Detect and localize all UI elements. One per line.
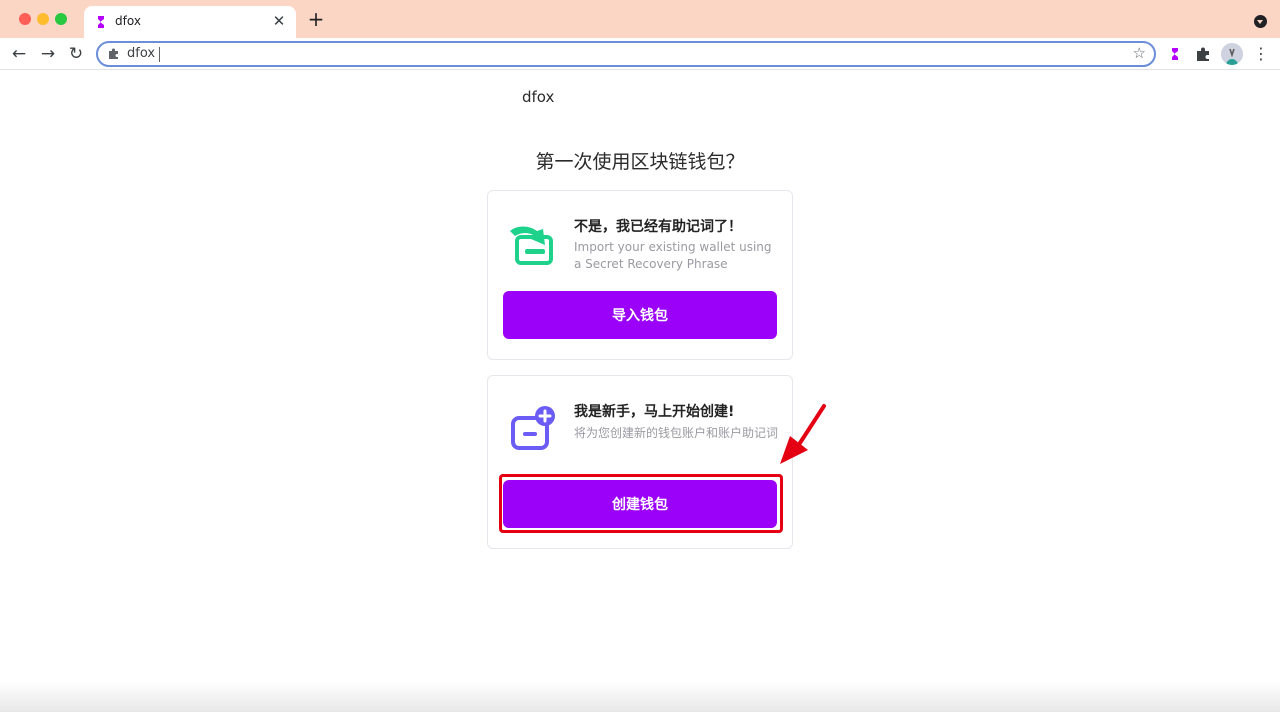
create-card-subtitle: 将为您创建新的钱包账户和账户助记词 bbox=[574, 426, 779, 440]
reload-button[interactable]: ↻ bbox=[64, 42, 88, 66]
tab-close-icon[interactable]: ✕ bbox=[270, 12, 288, 30]
import-card-title: 不是，我已经有助记词了！ bbox=[574, 219, 742, 235]
import-wallet-button[interactable]: 导入钱包 bbox=[503, 291, 777, 339]
create-wallet-card: 我是新手，马上开始创建! 将为您创建新的钱包账户和账户助记词 创建钱包 bbox=[487, 375, 793, 549]
maximize-window-button[interactable] bbox=[55, 13, 67, 25]
dfox-extension-icon[interactable] bbox=[1165, 44, 1185, 64]
annotation-arrow-icon bbox=[780, 404, 826, 464]
create-card-title: 我是新手，马上开始创建! bbox=[574, 404, 735, 420]
forward-button[interactable]: → bbox=[36, 42, 60, 66]
extension-puzzle-icon bbox=[109, 48, 118, 59]
profile-avatar[interactable] bbox=[1221, 43, 1243, 65]
extensions-puzzle-icon[interactable] bbox=[1193, 44, 1213, 64]
close-window-button[interactable] bbox=[19, 13, 31, 25]
avatar-image-icon bbox=[1221, 43, 1243, 65]
page-heading: 第一次使用区块链钱包？ bbox=[535, 151, 745, 173]
back-button[interactable]: ← bbox=[7, 42, 31, 66]
tab-title: dfox bbox=[115, 14, 141, 28]
wallet-import-icon bbox=[510, 226, 553, 265]
wallet-create-icon bbox=[511, 406, 555, 450]
dfox-favicon-icon bbox=[98, 16, 104, 28]
tab-search-icon[interactable] bbox=[1254, 15, 1267, 28]
minimize-window-button[interactable] bbox=[37, 13, 49, 25]
site-title: dfox bbox=[522, 88, 555, 106]
new-tab-button[interactable]: + bbox=[306, 9, 326, 29]
import-wallet-card: 不是，我已经有助记词了！ Import your existing wallet… bbox=[487, 190, 793, 360]
import-card-subtitle: Import your existing wallet using a Secr… bbox=[574, 240, 772, 271]
window-bottom-shadow bbox=[0, 682, 1280, 712]
browser-tab-bar: dfox ✕ + bbox=[0, 0, 1280, 38]
create-wallet-button[interactable]: 创建钱包 bbox=[503, 480, 777, 528]
address-bar[interactable]: dfox ☆ bbox=[96, 41, 1156, 67]
browser-toolbar: ← → ↻ dfox ☆ ⋮ bbox=[0, 38, 1280, 70]
text-caret bbox=[159, 47, 160, 62]
bookmark-star-icon[interactable]: ☆ bbox=[1133, 44, 1146, 62]
address-text: dfox bbox=[127, 46, 156, 61]
browser-tab[interactable]: dfox ✕ bbox=[84, 6, 296, 38]
browser-menu-button[interactable]: ⋮ bbox=[1251, 42, 1271, 66]
